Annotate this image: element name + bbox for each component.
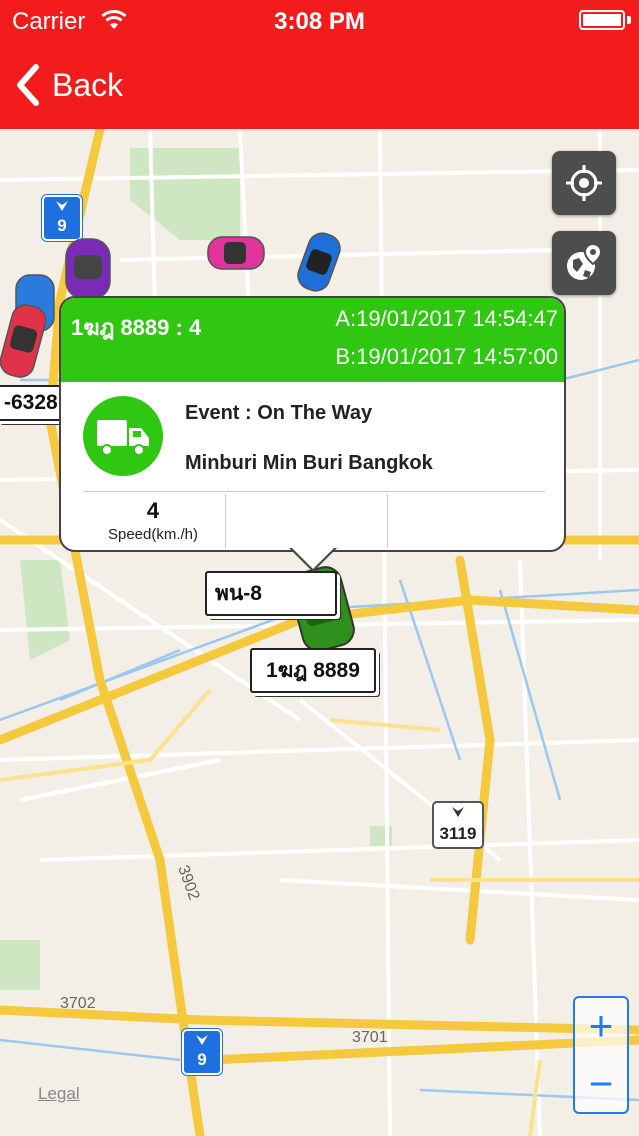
car-marker-blue[interactable]	[296, 229, 342, 295]
road-label-3701: 3701	[352, 1029, 388, 1046]
popup-divider	[83, 491, 545, 492]
road-label-3702: 3702	[60, 995, 96, 1012]
battery-tip	[627, 16, 631, 24]
zoom-in-button[interactable]: +	[575, 998, 627, 1054]
stat-slot-2	[225, 494, 366, 548]
vehicle-info-popup[interactable]: 1ฆฎ 8889 : 4 A:19/01/2017 14:54:47 B:19/…	[59, 296, 566, 572]
popup-pointer-fill	[291, 547, 335, 569]
vehicle-label-6328[interactable]: -6328	[0, 385, 66, 421]
clock: 3:08 PM	[274, 8, 365, 35]
stat-speed: 4 Speed(km./h)	[83, 494, 223, 548]
popup-header: 1ฆฎ 8889 : 4 A:19/01/2017 14:54:47 B:19/…	[61, 298, 564, 382]
map-type-button[interactable]	[552, 231, 616, 295]
highway-emblem-icon	[452, 807, 464, 817]
location-text: Minburi Min Buri Bangkok	[185, 452, 433, 474]
vehicle-label-selected[interactable]: 1ฆฎ 8889	[250, 648, 376, 693]
chevron-left-icon	[17, 64, 39, 106]
stat-slot-3	[387, 494, 528, 548]
time-b: B:19/01/2017 14:57:00	[335, 344, 558, 369]
car-marker-purple[interactable]	[58, 233, 118, 303]
zoom-control: + −	[573, 996, 629, 1114]
back-button[interactable]: Back	[14, 60, 123, 110]
event-status: Event : On The Way	[185, 402, 373, 424]
popup-title: 1ฆฎ 8889 : 4	[71, 315, 202, 340]
legal-link[interactable]: Legal	[38, 1084, 80, 1104]
locate-me-button[interactable]	[552, 151, 616, 215]
back-label: Back	[52, 66, 124, 103]
nav-bar: Carrier 3:08 PM Back	[0, 0, 639, 129]
car-marker-pink[interactable]	[204, 231, 268, 275]
truck-icon	[97, 420, 149, 456]
speed-value: 4	[146, 498, 160, 523]
highway-emblem-icon	[196, 1035, 208, 1045]
crosshair-icon	[566, 165, 602, 201]
event-icon-circle	[83, 396, 163, 476]
highway-shield-3119: 3119	[432, 801, 484, 849]
highway-shield-9-bottom: 9	[182, 1029, 222, 1075]
status-bar: Carrier 3:08 PM	[0, 0, 639, 42]
highway-emblem-icon	[56, 201, 68, 211]
speed-label: Speed(km./h)	[107, 526, 199, 543]
vehicle-label-pn8[interactable]: พน-8	[205, 571, 337, 616]
map-view[interactable]: 3902 3702 3701 9 9 3119 -6328 พน-8 1ฆฎ 8…	[0, 129, 639, 1136]
battery-icon	[579, 10, 625, 30]
zoom-out-button[interactable]: −	[575, 1056, 627, 1112]
time-a: A:19/01/2017 14:54:47	[335, 306, 558, 331]
car-marker-red-left[interactable]	[0, 299, 46, 383]
globe-pin-icon	[567, 242, 603, 280]
